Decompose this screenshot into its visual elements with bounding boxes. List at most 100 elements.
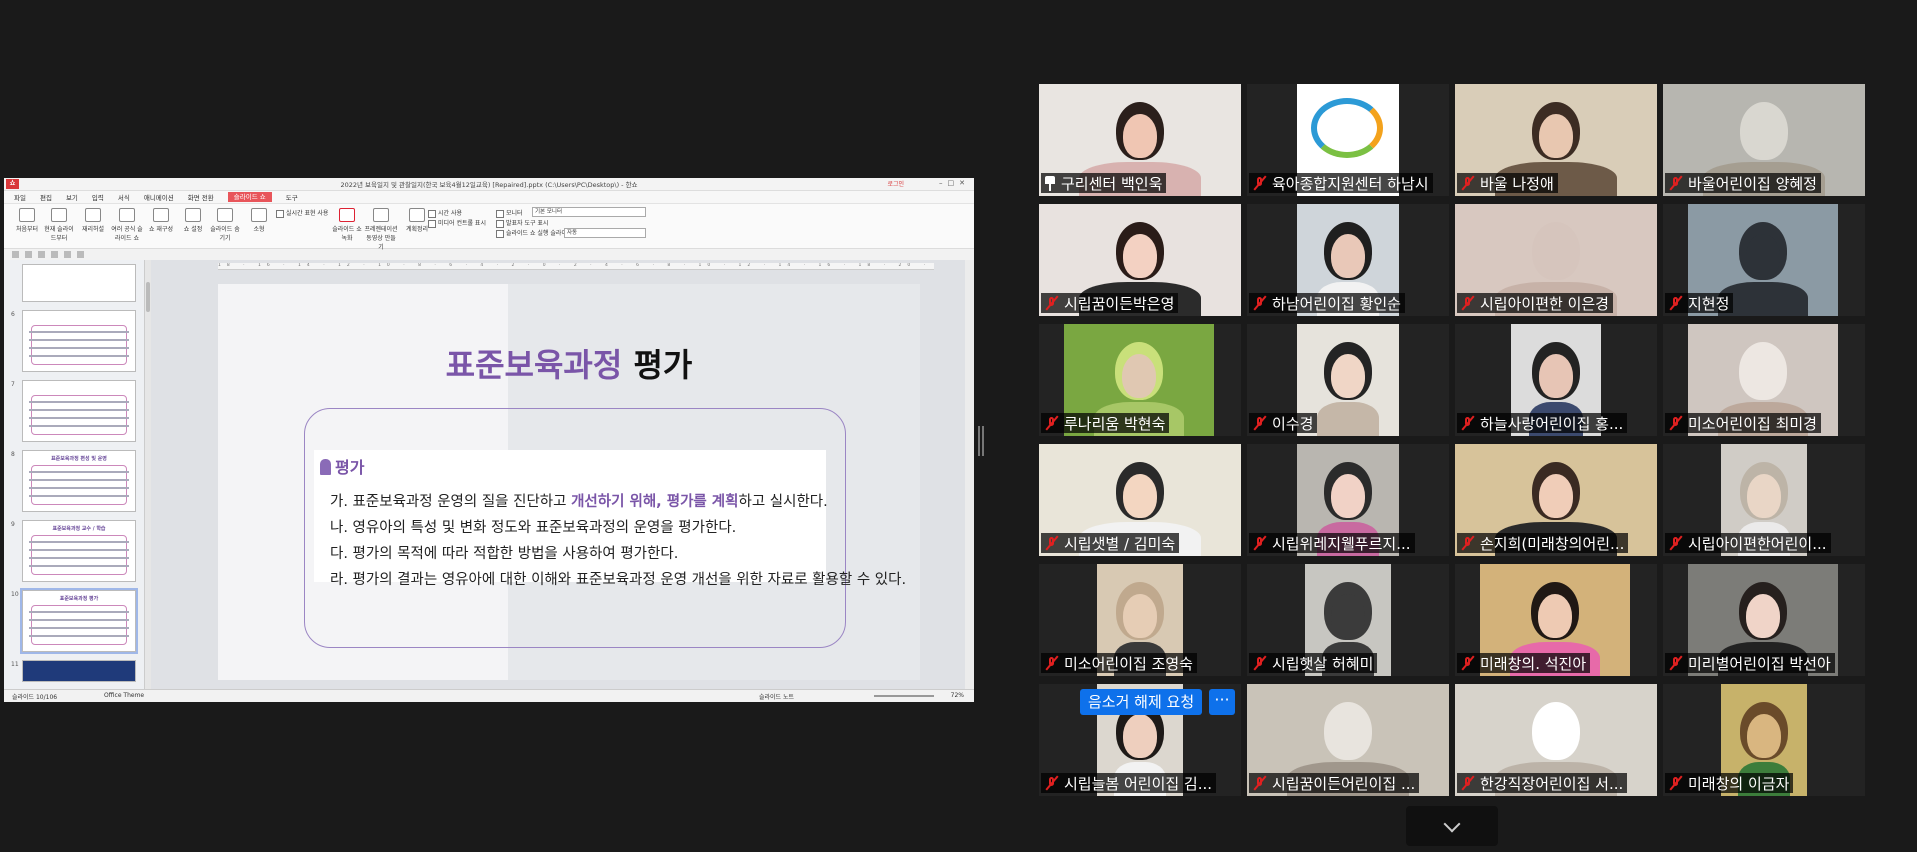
ribbon-checkbox[interactable]: 실시간 표현 사용 <box>276 208 328 218</box>
mic-muted-icon <box>1251 535 1269 551</box>
ribbon-button-icon <box>217 208 233 222</box>
ribbon-button[interactable]: 슬라이드 숨기기 <box>208 208 242 242</box>
more-options-button[interactable]: ··· <box>1209 689 1235 715</box>
mic-muted-icon <box>1459 415 1477 431</box>
participant-tile[interactable]: 루나리움 박현숙 <box>1039 324 1241 436</box>
menu-item[interactable]: 애니메이션 <box>144 192 174 202</box>
participant-tile[interactable]: 바울어린이집 양혜정 <box>1663 84 1865 196</box>
zoom-slider[interactable] <box>874 695 934 697</box>
menu-item[interactable]: 화면 전환 <box>188 192 214 202</box>
ribbon-button-icon <box>251 208 267 222</box>
slide-scrollbar[interactable] <box>965 260 974 690</box>
slide-thumbnail[interactable]: 8 표준보육과정 편성 및 운영 <box>11 450 136 512</box>
participant-name: 시립아이편한 이은경 <box>1480 294 1609 313</box>
participant-tile[interactable]: 구리센터 백인욱 <box>1039 84 1241 196</box>
menu-item[interactable]: 편집 <box>40 192 52 202</box>
mic-muted-icon <box>1667 295 1685 311</box>
ribbon-button[interactable]: 소형 <box>242 208 276 233</box>
slide-thumbnail-pane[interactable]: 6 7 8 표준보육과정 편성 및 운영 9 표준보육과정 교수 / 학습 10 표준보육과정… <box>4 260 145 690</box>
ribbon-button[interactable]: 슬라이드 쇼 녹화 <box>330 208 364 242</box>
participant-tile[interactable]: 하남어린이집 황인순 <box>1247 204 1449 316</box>
menu-item[interactable]: 보기 <box>66 192 78 202</box>
participant-name: 시립위레지웰푸르지... <box>1272 534 1411 553</box>
slide-thumbnail[interactable]: 11 <box>11 660 136 682</box>
bottle-icon <box>320 459 331 475</box>
undo-icon[interactable] <box>64 251 71 258</box>
menu-item[interactable]: 서식 <box>118 192 130 202</box>
ribbon-button-icon <box>339 208 355 222</box>
ribbon-button[interactable]: 처음부터 <box>10 208 44 233</box>
ribbon-checkbox[interactable]: 시간 사용 <box>428 208 462 218</box>
print-icon[interactable] <box>51 251 58 258</box>
notes-toggle[interactable]: 슬라이드 노트 <box>759 692 794 701</box>
new-doc-icon[interactable] <box>12 251 19 258</box>
ribbon-button[interactable]: 쇼 재구성 <box>144 208 178 233</box>
participant-tile[interactable]: 시립꿈이든어린이집 ... <box>1247 684 1449 796</box>
thumbnail-scrollbar[interactable] <box>145 260 151 690</box>
ribbon-checkbox[interactable]: 발표자 도구 표시 <box>496 218 548 228</box>
participant-tile[interactable]: 시립위레지웰푸르지... <box>1247 444 1449 556</box>
ribbon-button[interactable]: 현재 슬라이드부터 <box>42 208 76 242</box>
participant-tile[interactable]: 이수경 <box>1247 324 1449 436</box>
redo-icon[interactable] <box>77 251 84 258</box>
current-slide[interactable]: 표준보육과정 평가 평가 가. 표준보육과정 운영의 질을 진단하고 개선하기 … <box>218 284 920 680</box>
participant-tile[interactable]: 한강직장어린이집 서... <box>1455 684 1657 796</box>
slide-thumbnail[interactable]: 6 <box>11 310 136 372</box>
save-icon[interactable] <box>38 251 45 258</box>
participant-tile[interactable]: 시립꿈이든박은영 <box>1039 204 1241 316</box>
window-controls[interactable]: –□✕ <box>939 179 970 187</box>
ribbon-checkbox[interactable]: 모니터 <box>496 208 523 218</box>
ribbon-button[interactable]: 재리허설 <box>76 208 110 233</box>
ribbon-button[interactable]: 쇼 설정 <box>176 208 210 233</box>
ribbon-checkbox[interactable]: 미디어 컨트롤 표시 <box>428 218 486 228</box>
shared-screen: 쇼 2022년 보육일지 및 관찰일지(한국 보육4월12일교육) [Repai… <box>4 178 974 702</box>
mic-muted-icon <box>1043 295 1061 311</box>
slide-thumbnail[interactable] <box>22 264 136 302</box>
participant-tile[interactable]: 시립아이편한어린이... <box>1663 444 1865 556</box>
panel-resize-handle[interactable] <box>978 426 984 456</box>
menu-item[interactable]: 도구 <box>286 192 298 202</box>
mic-muted-icon <box>1667 175 1685 191</box>
chevron-down-icon[interactable] <box>1406 806 1498 846</box>
ribbon-checkbox[interactable]: 슬라이드 쇼 실행 슬라이드 <box>496 228 572 238</box>
auto-select[interactable]: 자동 <box>564 228 646 238</box>
participant-tile[interactable]: 바울 나정애 <box>1455 84 1657 196</box>
monitor-select[interactable]: 기본 모니터 <box>532 207 646 217</box>
participant-nameplate: 육아종합지원센터 하남시 <box>1249 173 1433 193</box>
mic-muted-icon <box>1667 415 1685 431</box>
participant-name: 손지희(미래창의어린... <box>1480 534 1625 553</box>
zoom-level[interactable]: 72% <box>951 692 964 699</box>
ribbon-button[interactable]: 여러 공식 슬라이드 쇼 <box>110 208 144 242</box>
request-unmute-button[interactable]: 음소거 해제 요청 <box>1080 689 1203 715</box>
participant-tile[interactable]: 미리별어린이집 박선아 <box>1663 564 1865 676</box>
participant-tile[interactable]: 시립아이편한 이은경 <box>1455 204 1657 316</box>
slide-thumbnail[interactable]: 9 표준보육과정 교수 / 학습 <box>11 520 136 582</box>
participant-nameplate: 하남어린이집 황인순 <box>1249 293 1405 313</box>
participant-name: 시립늘봄 어린이집 김... <box>1064 774 1213 793</box>
participant-tile[interactable]: 손지희(미래창의어린... <box>1455 444 1657 556</box>
slide-thumbnail[interactable]: 7 <box>11 380 136 442</box>
participant-nameplate: 하늘사랑어린이집 홍... <box>1457 413 1628 433</box>
open-icon[interactable] <box>25 251 32 258</box>
menu-item[interactable]: 슬라이드 쇼 <box>227 192 272 202</box>
menu-item[interactable]: 입력 <box>92 192 104 202</box>
menu-item[interactable]: 파일 <box>14 192 26 202</box>
participant-tile[interactable]: 지현정 <box>1663 204 1865 316</box>
pin-icon <box>1043 175 1057 191</box>
login-link[interactable]: 로그인 <box>887 179 904 188</box>
evaluation-item: 다. 평가의 목적에 따라 적합한 방법을 사용하여 평가한다. <box>330 546 679 562</box>
participant-nameplate: 시립꿈이든어린이집 ... <box>1249 773 1420 793</box>
participant-nameplate: 시립위레지웰푸르지... <box>1249 533 1415 553</box>
participant-tile[interactable]: 미래창의 이금자 <box>1663 684 1865 796</box>
participant-tile[interactable]: 시립샛별 / 김미숙 <box>1039 444 1241 556</box>
participant-tile[interactable]: 하늘사랑어린이집 홍... <box>1455 324 1657 436</box>
participant-nameplate: 루나리움 박현숙 <box>1041 413 1170 433</box>
participant-tile[interactable]: 육아종합지원센터 하남시 <box>1247 84 1449 196</box>
ribbon-button[interactable]: 프레젠테이션 동영상 만들기 <box>364 208 398 251</box>
participant-tile[interactable]: 미래창의. 석진아 <box>1455 564 1657 676</box>
slide-thumbnail[interactable]: 10 표준보육과정 평가 <box>11 588 138 654</box>
participant-tile[interactable]: 미소어린이집 조영숙 <box>1039 564 1241 676</box>
participant-tile[interactable]: 미소어린이집 최미경 <box>1663 324 1865 436</box>
window-title: 2022년 보육일지 및 관찰일지(한국 보육4월12일교육) [Repaire… <box>340 181 638 189</box>
participant-tile[interactable]: 시립햇살 허혜미 <box>1247 564 1449 676</box>
